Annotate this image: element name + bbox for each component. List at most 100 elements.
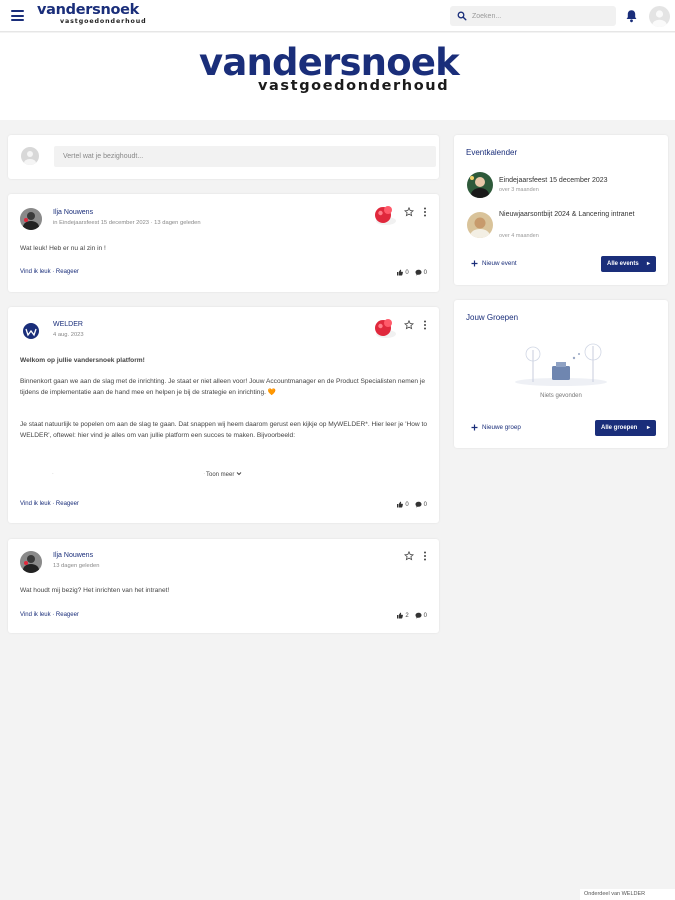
more-options-icon[interactable] xyxy=(423,551,427,561)
new-event-button[interactable]: Nieuw event xyxy=(471,260,517,267)
menu-icon[interactable] xyxy=(11,10,24,21)
search-icon xyxy=(457,11,467,21)
like-reply-links[interactable]: Vind ik leuk · Reageer xyxy=(20,612,79,618)
header-logo-line1: vandersnoek xyxy=(37,2,140,18)
new-group-label: Nieuwe groep xyxy=(482,424,521,431)
like-count: 2 xyxy=(405,612,409,619)
like-count-group[interactable]: 2 xyxy=(396,612,409,619)
post-paragraph: Binnenkort gaan we aan de slag met de in… xyxy=(20,378,426,396)
banner: vandersnoek vastgoedonderhoud xyxy=(0,33,675,120)
bell-icon[interactable] xyxy=(625,9,638,23)
like-reply-links[interactable]: Vind ik leuk · Reageer xyxy=(20,269,79,275)
favorite-star-icon[interactable] xyxy=(404,551,414,561)
comment-icon xyxy=(415,501,422,508)
post-actions[interactable]: Vind ik leuk · Reageer xyxy=(20,269,79,275)
plus-icon xyxy=(471,260,478,267)
author-photo xyxy=(20,551,42,573)
event-calendar-card: Eventkalender Eindejaarsfeest 15 decembe… xyxy=(454,135,668,285)
user-avatar[interactable] xyxy=(649,6,670,27)
chevron-right-icon: ▸ xyxy=(646,261,650,267)
favorite-star-icon[interactable] xyxy=(404,320,414,330)
post-actions[interactable]: Vind ik leuk · Reageer xyxy=(20,612,79,618)
like-count-group[interactable]: 0 xyxy=(396,501,409,508)
post-title: Welkom op jullie vandersnoek platform! xyxy=(20,357,145,364)
like-count: 0 xyxy=(405,501,409,508)
chevron-down-icon xyxy=(236,472,242,476)
event-image[interactable] xyxy=(467,212,493,238)
new-group-button[interactable]: Nieuwe groep xyxy=(471,424,521,431)
header-logo[interactable]: vandersnoek vastgoedonderhoud xyxy=(37,3,147,26)
comment-count-group[interactable]: 0 xyxy=(415,269,427,276)
author-avatar[interactable] xyxy=(20,208,42,230)
author-avatar[interactable] xyxy=(20,551,42,573)
comment-count-group[interactable]: 0 xyxy=(415,501,427,508)
author-name[interactable]: Ilja Nouwens xyxy=(53,552,93,559)
banner-logo: vandersnoek vastgoedonderhoud xyxy=(199,43,479,94)
user-placeholder-icon xyxy=(24,151,36,165)
all-events-label: Alle events xyxy=(607,261,639,267)
post-counts: 0 0 xyxy=(396,269,427,276)
event-photo xyxy=(467,172,493,198)
post-meta: 13 dagen geleden xyxy=(53,563,100,569)
thumbs-up-icon xyxy=(397,269,404,276)
search-input[interactable] xyxy=(472,9,610,23)
more-options-icon[interactable] xyxy=(423,207,427,217)
thumbs-up-icon xyxy=(397,612,404,619)
welder-logo-icon xyxy=(20,320,42,342)
pin-icon[interactable] xyxy=(372,205,398,227)
show-more-label: Toon meer xyxy=(206,472,235,478)
event-time: over 3 maanden xyxy=(499,187,539,193)
author-name[interactable]: WELDER xyxy=(53,321,83,328)
groups-card: Jouw Groepen Niets gevonden Nieuwe groep… xyxy=(454,300,668,448)
post-actions[interactable]: Vind ik leuk · Reageer xyxy=(20,501,79,507)
comment-count-group[interactable]: 0 xyxy=(415,612,427,619)
show-more-button[interactable]: Toon meer xyxy=(206,471,242,478)
favorite-star-icon[interactable] xyxy=(404,207,414,217)
event-image[interactable] xyxy=(467,172,493,198)
comment-count: 0 xyxy=(423,612,427,619)
groups-title: Jouw Groepen xyxy=(466,313,519,322)
search-bar[interactable] xyxy=(450,6,616,26)
chevron-right-icon: ▸ xyxy=(646,425,650,431)
post-card: WELDER 4 aug. 2023 Welkom op jullie vand… xyxy=(8,307,439,523)
more-options-icon[interactable] xyxy=(423,320,427,330)
powered-by-note[interactable]: Onderdeel van WELDER xyxy=(580,889,675,900)
post-counts: 0 0 xyxy=(396,501,427,508)
author-avatar[interactable] xyxy=(20,320,42,342)
event-title[interactable]: Eindejaarsfeest 15 december 2023 xyxy=(499,175,659,186)
event-photo xyxy=(467,212,493,238)
empty-state-illustration xyxy=(515,343,607,386)
post-meta: in Eindejaarsfeest 15 december 2023 · 13… xyxy=(53,220,201,226)
groups-empty-text: Niets gevonden xyxy=(540,393,582,399)
top-bar: vandersnoek vastgoedonderhoud xyxy=(0,0,675,32)
post-paragraph: Je staat natuurlijk te popelen om aan de… xyxy=(20,421,427,439)
composer-avatar xyxy=(21,147,39,165)
comment-icon xyxy=(415,269,422,276)
post-text: Wat houdt mij bezig? Het inrichten van h… xyxy=(20,587,170,594)
banner-logo-line2: vastgoedonderhoud xyxy=(258,78,450,94)
like-count-group[interactable]: 0 xyxy=(396,269,409,276)
post-text: Wat leuk! Heb er nu al zin in ! xyxy=(20,245,106,252)
event-time: over 4 maanden xyxy=(499,233,539,239)
post-meta: 4 aug. 2023 xyxy=(53,332,84,338)
comment-count: 0 xyxy=(423,269,427,276)
text-fade xyxy=(8,449,439,473)
plus-icon xyxy=(471,424,478,431)
event-title[interactable]: Nieuwjaarsontbijt 2024 & Lancering intra… xyxy=(499,209,659,220)
composer-input[interactable]: Vertel wat je bezighoudt... xyxy=(54,146,436,167)
user-placeholder-icon xyxy=(652,10,667,27)
pin-icon[interactable] xyxy=(372,318,398,340)
like-count: 0 xyxy=(405,269,409,276)
like-reply-links[interactable]: Vind ik leuk · Reageer xyxy=(20,501,79,507)
author-photo xyxy=(20,208,42,230)
post-counts: 2 0 xyxy=(396,612,427,619)
new-event-label: Nieuw event xyxy=(482,260,517,267)
comment-icon xyxy=(415,612,422,619)
all-groups-label: Alle groepen xyxy=(601,425,638,431)
comment-count: 0 xyxy=(423,501,427,508)
all-groups-button[interactable]: Alle groepen ▸ xyxy=(595,420,656,436)
author-name[interactable]: Ilja Nouwens xyxy=(53,209,93,216)
post-card: Ilja Nouwens 13 dagen geleden Wat houdt … xyxy=(8,539,439,633)
banner-logo-line1: vandersnoek xyxy=(199,41,460,84)
all-events-button[interactable]: Alle events ▸ xyxy=(601,256,656,272)
